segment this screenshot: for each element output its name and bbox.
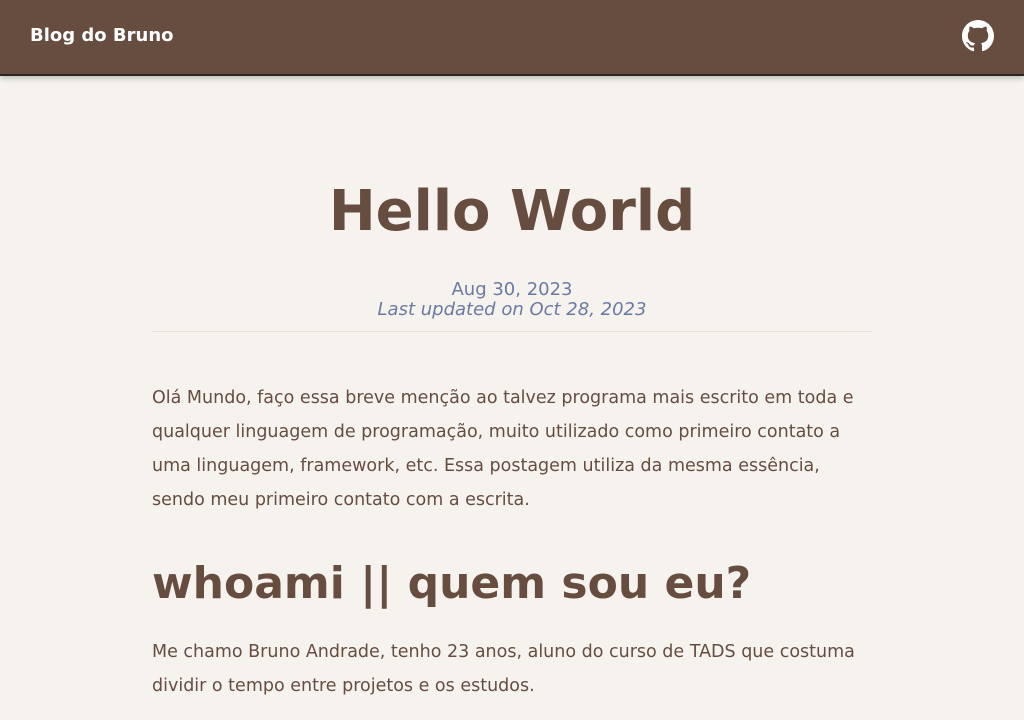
post-updated-date: Last updated on Oct 28, 2023 <box>377 299 647 320</box>
post-date: Aug 30, 2023 <box>451 279 573 300</box>
github-icon-graphic <box>962 20 994 52</box>
github-icon[interactable] <box>962 20 994 52</box>
top-navbar: Blog do Bruno <box>0 0 1024 76</box>
post-title: Hello World <box>328 179 696 244</box>
divider <box>152 331 872 332</box>
site-brand-link[interactable]: Blog do Bruno <box>30 24 174 48</box>
section-heading: whoami || quem sou eu? <box>152 558 752 609</box>
post-intro-paragraph: Olá Mundo, faço essa breve menção ao tal… <box>152 388 854 510</box>
section-paragraph: Me chamo Bruno Andrade, tenho 23 anos, a… <box>152 642 855 696</box>
